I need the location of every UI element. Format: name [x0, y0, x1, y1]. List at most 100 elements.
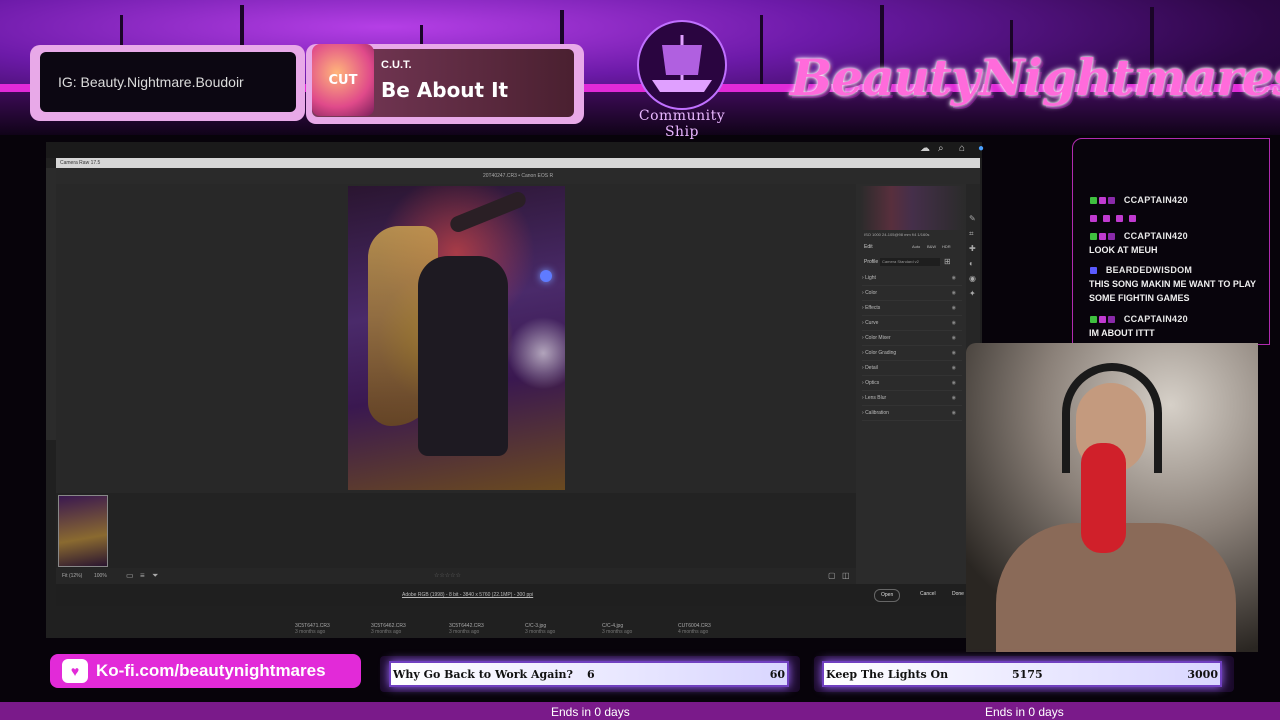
redeye-tool-icon[interactable]: ◉: [969, 274, 976, 283]
edited-photo[interactable]: [348, 186, 565, 490]
mask-tool-icon[interactable]: ◐: [969, 259, 974, 268]
bits-badge-icon: [1108, 316, 1115, 324]
chat-username: CCAPTAIN420: [1123, 195, 1188, 205]
panel-label: Color: [865, 290, 878, 296]
split-view-icon[interactable]: ◫: [842, 571, 850, 580]
chat-username: CCAPTAIN420: [1123, 314, 1188, 324]
presets-icon[interactable]: ✦: [969, 289, 976, 298]
goal-target: 3000: [1187, 668, 1218, 681]
kofi-cup-icon: ♥: [62, 659, 88, 683]
panel-label: Optics: [865, 380, 880, 386]
filmstrip: [56, 493, 856, 568]
ship-logo-icon: [637, 20, 727, 110]
visibility-eye-icon[interactable]: ◉: [952, 286, 956, 300]
crop-tool-icon[interactable]: ⌗: [969, 229, 974, 239]
zoom-value-select[interactable]: 100%: [94, 573, 107, 579]
left-toolbar[interactable]: [46, 168, 56, 440]
compare-view-icon[interactable]: ▢: [828, 571, 836, 580]
visibility-eye-icon[interactable]: ◉: [952, 391, 956, 405]
panel-effects[interactable]: › Effects ◉: [862, 301, 962, 316]
bits-badge-icon: [1108, 233, 1115, 241]
panel-label: Lens Blur: [865, 395, 887, 401]
chat-line: CCAPTAIN420: [1090, 195, 1188, 205]
visibility-eye-icon[interactable]: ◉: [952, 271, 956, 285]
panel-label: Detail: [865, 365, 878, 371]
file-modified: 3 months ago: [602, 629, 633, 635]
creative-cloud-icon[interactable]: ●: [978, 143, 984, 154]
filter-icon[interactable]: ⏷: [152, 571, 158, 581]
chat-line: CCAPTAIN420: [1090, 231, 1188, 241]
file-modified: 3 months ago: [449, 629, 480, 635]
zoom-fit-select[interactable]: Fit (12%): [62, 573, 82, 579]
panel-label: Light: [865, 275, 876, 281]
chat-line: BEARDEDWISDOM: [1090, 265, 1192, 275]
filmstrip-view-icon[interactable]: ▭: [126, 571, 134, 580]
browser-file-item[interactable]: C/C-4.jpg 3 months ago: [602, 623, 662, 635]
hdr-button[interactable]: HDR: [942, 244, 951, 249]
panel-detail[interactable]: › Detail ◉: [862, 361, 962, 376]
star-rating[interactable]: ☆☆☆☆☆: [434, 572, 461, 579]
bw-button[interactable]: B&W: [927, 244, 936, 249]
kofi-banner: ♥ Ko-fi.com/beautynightmares: [50, 654, 361, 688]
panel-curve[interactable]: › Curve ◉: [862, 316, 962, 331]
sub-badge-icon: [1099, 316, 1106, 324]
panel-color-grading[interactable]: › Color Grading ◉: [862, 346, 962, 361]
browser-file-item[interactable]: 3C5T6442.CR3 3 months ago: [449, 623, 509, 635]
search-icon[interactable]: ⌕: [938, 143, 944, 154]
visibility-eye-icon[interactable]: ◉: [952, 376, 956, 390]
bottom-toolbar: Fit (12%) 100% ▭ ≡ ⏷ ☆☆☆☆☆ ▢ ◫: [56, 568, 856, 584]
mod-badge-icon: [1090, 316, 1097, 324]
edit-label: Edit: [864, 244, 873, 250]
visibility-eye-icon[interactable]: ◉: [952, 316, 956, 330]
panel-color-mixer[interactable]: › Color Mixer ◉: [862, 331, 962, 346]
sort-icon[interactable]: ≡: [140, 571, 145, 580]
instagram-handle: IG: Beauty.Nightmare.Boudoir: [40, 52, 296, 112]
panel-color[interactable]: › Color ◉: [862, 286, 962, 301]
cloud-icon[interactable]: ☁: [920, 143, 930, 154]
visibility-eye-icon[interactable]: ◉: [952, 406, 956, 420]
chat-message: LOOK AT MEUH: [1089, 245, 1158, 255]
file-modified: 3 months ago: [525, 629, 556, 635]
visibility-eye-icon[interactable]: ◉: [952, 346, 956, 360]
goal-name: Keep The Lights On: [826, 668, 949, 681]
chat-username: CCAPTAIN420: [1123, 231, 1188, 241]
browser-file-item[interactable]: 3C5T6471.CR3 3 months ago: [295, 623, 355, 635]
panel-calibration[interactable]: › Calibration ◉: [862, 406, 962, 421]
visibility-eye-icon[interactable]: ◉: [952, 301, 956, 315]
panel-lens-blur[interactable]: › Lens Blur ◉: [862, 391, 962, 406]
cancel-button[interactable]: Cancel: [914, 589, 942, 600]
browser-file-item[interactable]: C/C-3.jpg 3 months ago: [525, 623, 585, 635]
file-browser-strip: 3C5T6471.CR3 3 months ago 3C5T6462.CR3 3 mo…: [280, 607, 740, 639]
visibility-eye-icon[interactable]: ◉: [952, 361, 956, 375]
panel-label: Effects: [865, 305, 881, 311]
os-topbar: ☁ ⌕ ⌂ ●: [46, 142, 984, 158]
profile-label: Profile: [864, 259, 879, 265]
mod-badge-icon: [1090, 197, 1097, 205]
goal-ends-text: Ends in 0 days: [551, 705, 630, 719]
panel-light[interactable]: › Light ◉: [862, 271, 962, 286]
browser-file-item[interactable]: CUT6004.CR3 4 months ago: [678, 623, 738, 635]
file-modified: 4 months ago: [678, 629, 709, 635]
logo-caption: Community Ship: [638, 108, 726, 140]
goal-name: Why Go Back to Work Again?: [393, 668, 573, 681]
chat-message: THIS SONG MAKIN ME WANT TO PLAY SOME FIG…: [1089, 279, 1256, 303]
histogram: [860, 186, 964, 230]
webcam-feed: [966, 343, 1258, 653]
profile-select[interactable]: Camera Standard v2: [880, 258, 940, 266]
edit-tool-icon[interactable]: ✎: [969, 214, 976, 223]
goal-bar: Keep The Lights On 5175 3000: [822, 661, 1222, 687]
camera-raw-footer: Adobe RGB (1998) - 8 bit - 3840 x 5760 (…: [56, 584, 980, 606]
workflow-options-link[interactable]: Adobe RGB (1998) - 8 bit - 3840 x 5760 (…: [402, 592, 533, 598]
home-icon[interactable]: ⌂: [959, 143, 965, 154]
auto-button[interactable]: Auto: [912, 244, 920, 249]
panel-optics[interactable]: › Optics ◉: [862, 376, 962, 391]
camera-info: ISO 1000 24-105@98 mm f/4 1/160s: [864, 232, 930, 237]
profile-browser-icon[interactable]: ⊞: [944, 257, 951, 266]
heal-tool-icon[interactable]: ✚: [969, 244, 976, 253]
chat-message: IM ABOUT ITTT: [1089, 328, 1155, 338]
filmstrip-thumbnail[interactable]: [58, 495, 108, 567]
open-button[interactable]: Open: [874, 589, 901, 602]
visibility-eye-icon[interactable]: ◉: [952, 331, 956, 345]
bits-badge-icon: [1108, 197, 1115, 205]
browser-file-item[interactable]: 3C5T6462.CR3 3 months ago: [371, 623, 431, 635]
